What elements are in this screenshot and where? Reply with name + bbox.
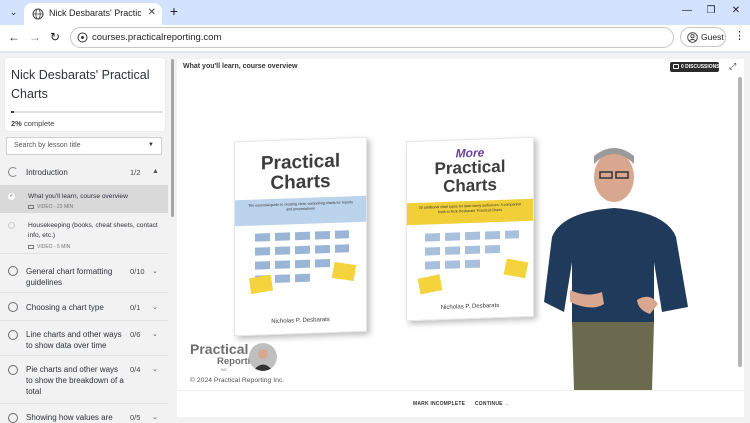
video-player[interactable]: Practical Charts The essential guide to … [177,77,744,390]
chevron-down-icon[interactable]: ⌄ [152,330,158,338]
section-title: Showing how values are [26,413,113,422]
lesson-title: What you'll learn, course overview [28,193,128,200]
book-cover-more-practical-charts: More Practical Charts 20 additional char… [406,136,534,322]
course-page: Nick Desbarats' Practical Charts 2% comp… [0,53,750,423]
book1-sticky-note-left [248,274,274,295]
check-icon: ✓ [8,193,15,200]
kebab-menu-icon[interactable]: ⋮ [734,30,745,42]
book2-author: Nicholas P. Desbarats [440,302,500,312]
site-info-icon[interactable] [77,32,88,43]
chevron-down-icon[interactable]: ⌄ [152,267,158,275]
lesson-search-placeholder: Search by lesson title [14,142,81,149]
section-count: 0/1 [130,303,141,312]
browser-tab[interactable]: Nick Desbarats' Practical Charts ✕ [24,3,162,25]
tab-title: Nick Desbarats' Practical Charts [49,8,141,18]
caret-down-icon: ▼ [148,142,154,148]
profile-label: Guest [701,32,724,42]
new-tab-button[interactable]: + [166,4,182,20]
section-title: Introduction [26,168,68,177]
book1-sticky-note-right [331,262,357,281]
section-count: 0/5 [130,413,141,422]
chevron-down-icon[interactable]: ⌄ [152,413,158,421]
video-icon [28,204,34,209]
book1-title-line2: Charts [270,170,331,195]
progress-suffix: complete [23,119,55,128]
section-title: Choosing a chart type [26,303,104,312]
course-title: Nick Desbarats' Practical Charts [11,68,150,101]
back-arrow-icon[interactable]: ← [6,29,22,45]
section-count: 0/10 [130,267,145,276]
section-line-charts[interactable]: Line charts and other ways to show data … [0,321,168,356]
chevron-down-icon[interactable]: ⌄ [152,365,158,373]
minimize-button[interactable]: — [680,4,694,18]
section-chart-formatting[interactable]: General chart formatting guidelines 0/10… [0,255,168,293]
tab-close-icon[interactable]: ✕ [148,7,156,19]
avatar-presenter-icon [253,349,273,371]
presenter [544,148,688,390]
progress-text: 2% complete [11,119,54,128]
avatar [249,343,277,371]
tab-list-chevron-icon[interactable]: ⌄ [5,4,22,21]
profile-button[interactable]: Guest [680,27,726,47]
content-scrollbar-thumb[interactable] [738,77,742,367]
progress-percent: 2% [11,119,22,128]
discussions-label: 0 DISCUSSIONS [681,64,720,70]
section-progress-circle-icon [8,330,18,340]
person-icon [687,32,698,43]
lesson-search-dropdown[interactable]: Search by lesson title ▼ [6,137,162,155]
section-progress-circle-icon [8,365,18,375]
lesson-meta: VIDEO - 23 MIN [28,204,73,210]
section-progress-circle-icon [8,266,18,276]
section-title: General chart formatting guidelines [26,267,113,287]
globe-icon [32,8,44,20]
lesson-title: Housekeeping (books, cheat sheets, conta… [28,222,158,239]
sidebar-scrollbar-thumb[interactable] [171,59,174,217]
restore-button[interactable]: ❐ [704,4,718,18]
lesson-heading: What you'll learn, course overview [183,63,298,70]
fullscreen-icon[interactable]: ⤢ [729,61,736,72]
section-introduction[interactable]: Introduction 1/2 ▲ [0,160,168,185]
lesson-footer: MARK INCOMPLETE CONTINUE → [177,390,744,417]
reload-icon[interactable]: ↻ [47,29,63,45]
discussions-button[interactable]: 0 DISCUSSIONS [670,62,720,72]
brand-logo-line1: Practical [190,341,249,357]
course-header-card: Nick Desbarats' Practical Charts 2% comp… [5,58,165,131]
book-cover-practical-charts: Practical Charts The essential guide to … [234,136,367,337]
section-showing-values[interactable]: Showing how values are 0/5 ⌄ [0,404,168,423]
lesson-status-icon [8,222,15,229]
progress-bar-fill [11,111,15,113]
section-progress-circle-icon [8,413,18,423]
section-title: Line charts and other ways to show data … [26,330,122,350]
copyright-text: © 2024 Practical Reporting Inc. [190,377,285,384]
book2-sticky-note-left [417,274,443,295]
mark-incomplete-button[interactable]: MARK INCOMPLETE [413,401,465,407]
lesson-item-overview[interactable]: ✓ What you'll learn, course overview VID… [0,185,168,213]
lesson-content: What you'll learn, course overview 0 DIS… [177,59,744,417]
section-progress-circle-icon [8,302,18,312]
address-bar[interactable]: courses.practicalreporting.com [70,27,674,48]
close-window-button[interactable]: ✕ [729,4,743,18]
section-count: 0/6 [130,330,141,339]
book2-title-line2: Charts [443,175,497,196]
section-title: Pie charts and other ways to show the br… [26,365,124,396]
lesson-item-housekeeping[interactable]: Housekeeping (books, cheat sheets, conta… [0,214,168,254]
video-icon [28,244,34,249]
lesson-meta: VIDEO - 5 MIN [28,244,70,250]
progress-bar [11,111,163,113]
section-count: 0/4 [130,365,141,374]
chevron-down-icon[interactable]: ⌄ [152,303,158,311]
chevron-up-icon[interactable]: ▲ [152,168,159,175]
browser-toolbar: ← → ↻ courses.practicalreporting.com Gue… [0,25,750,51]
url-text: courses.practicalreporting.com [92,32,222,43]
forward-arrow-icon[interactable]: → [27,29,43,45]
comment-icon [673,64,679,69]
section-choosing-chart-type[interactable]: Choosing a chart type 0/1 ⌄ [0,293,168,321]
section-progress-circle-icon [8,167,18,177]
section-count: 1/2 [130,168,141,177]
book1-author: Nicholas P. Desbarats [271,316,330,326]
section-pie-charts[interactable]: Pie charts and other ways to show the br… [0,356,168,404]
brand-logo-inc: INC. [221,368,228,372]
browser-tab-bar: ⌄ Nick Desbarats' Practical Charts ✕ + —… [0,0,750,25]
continue-button[interactable]: CONTINUE → [475,401,510,407]
